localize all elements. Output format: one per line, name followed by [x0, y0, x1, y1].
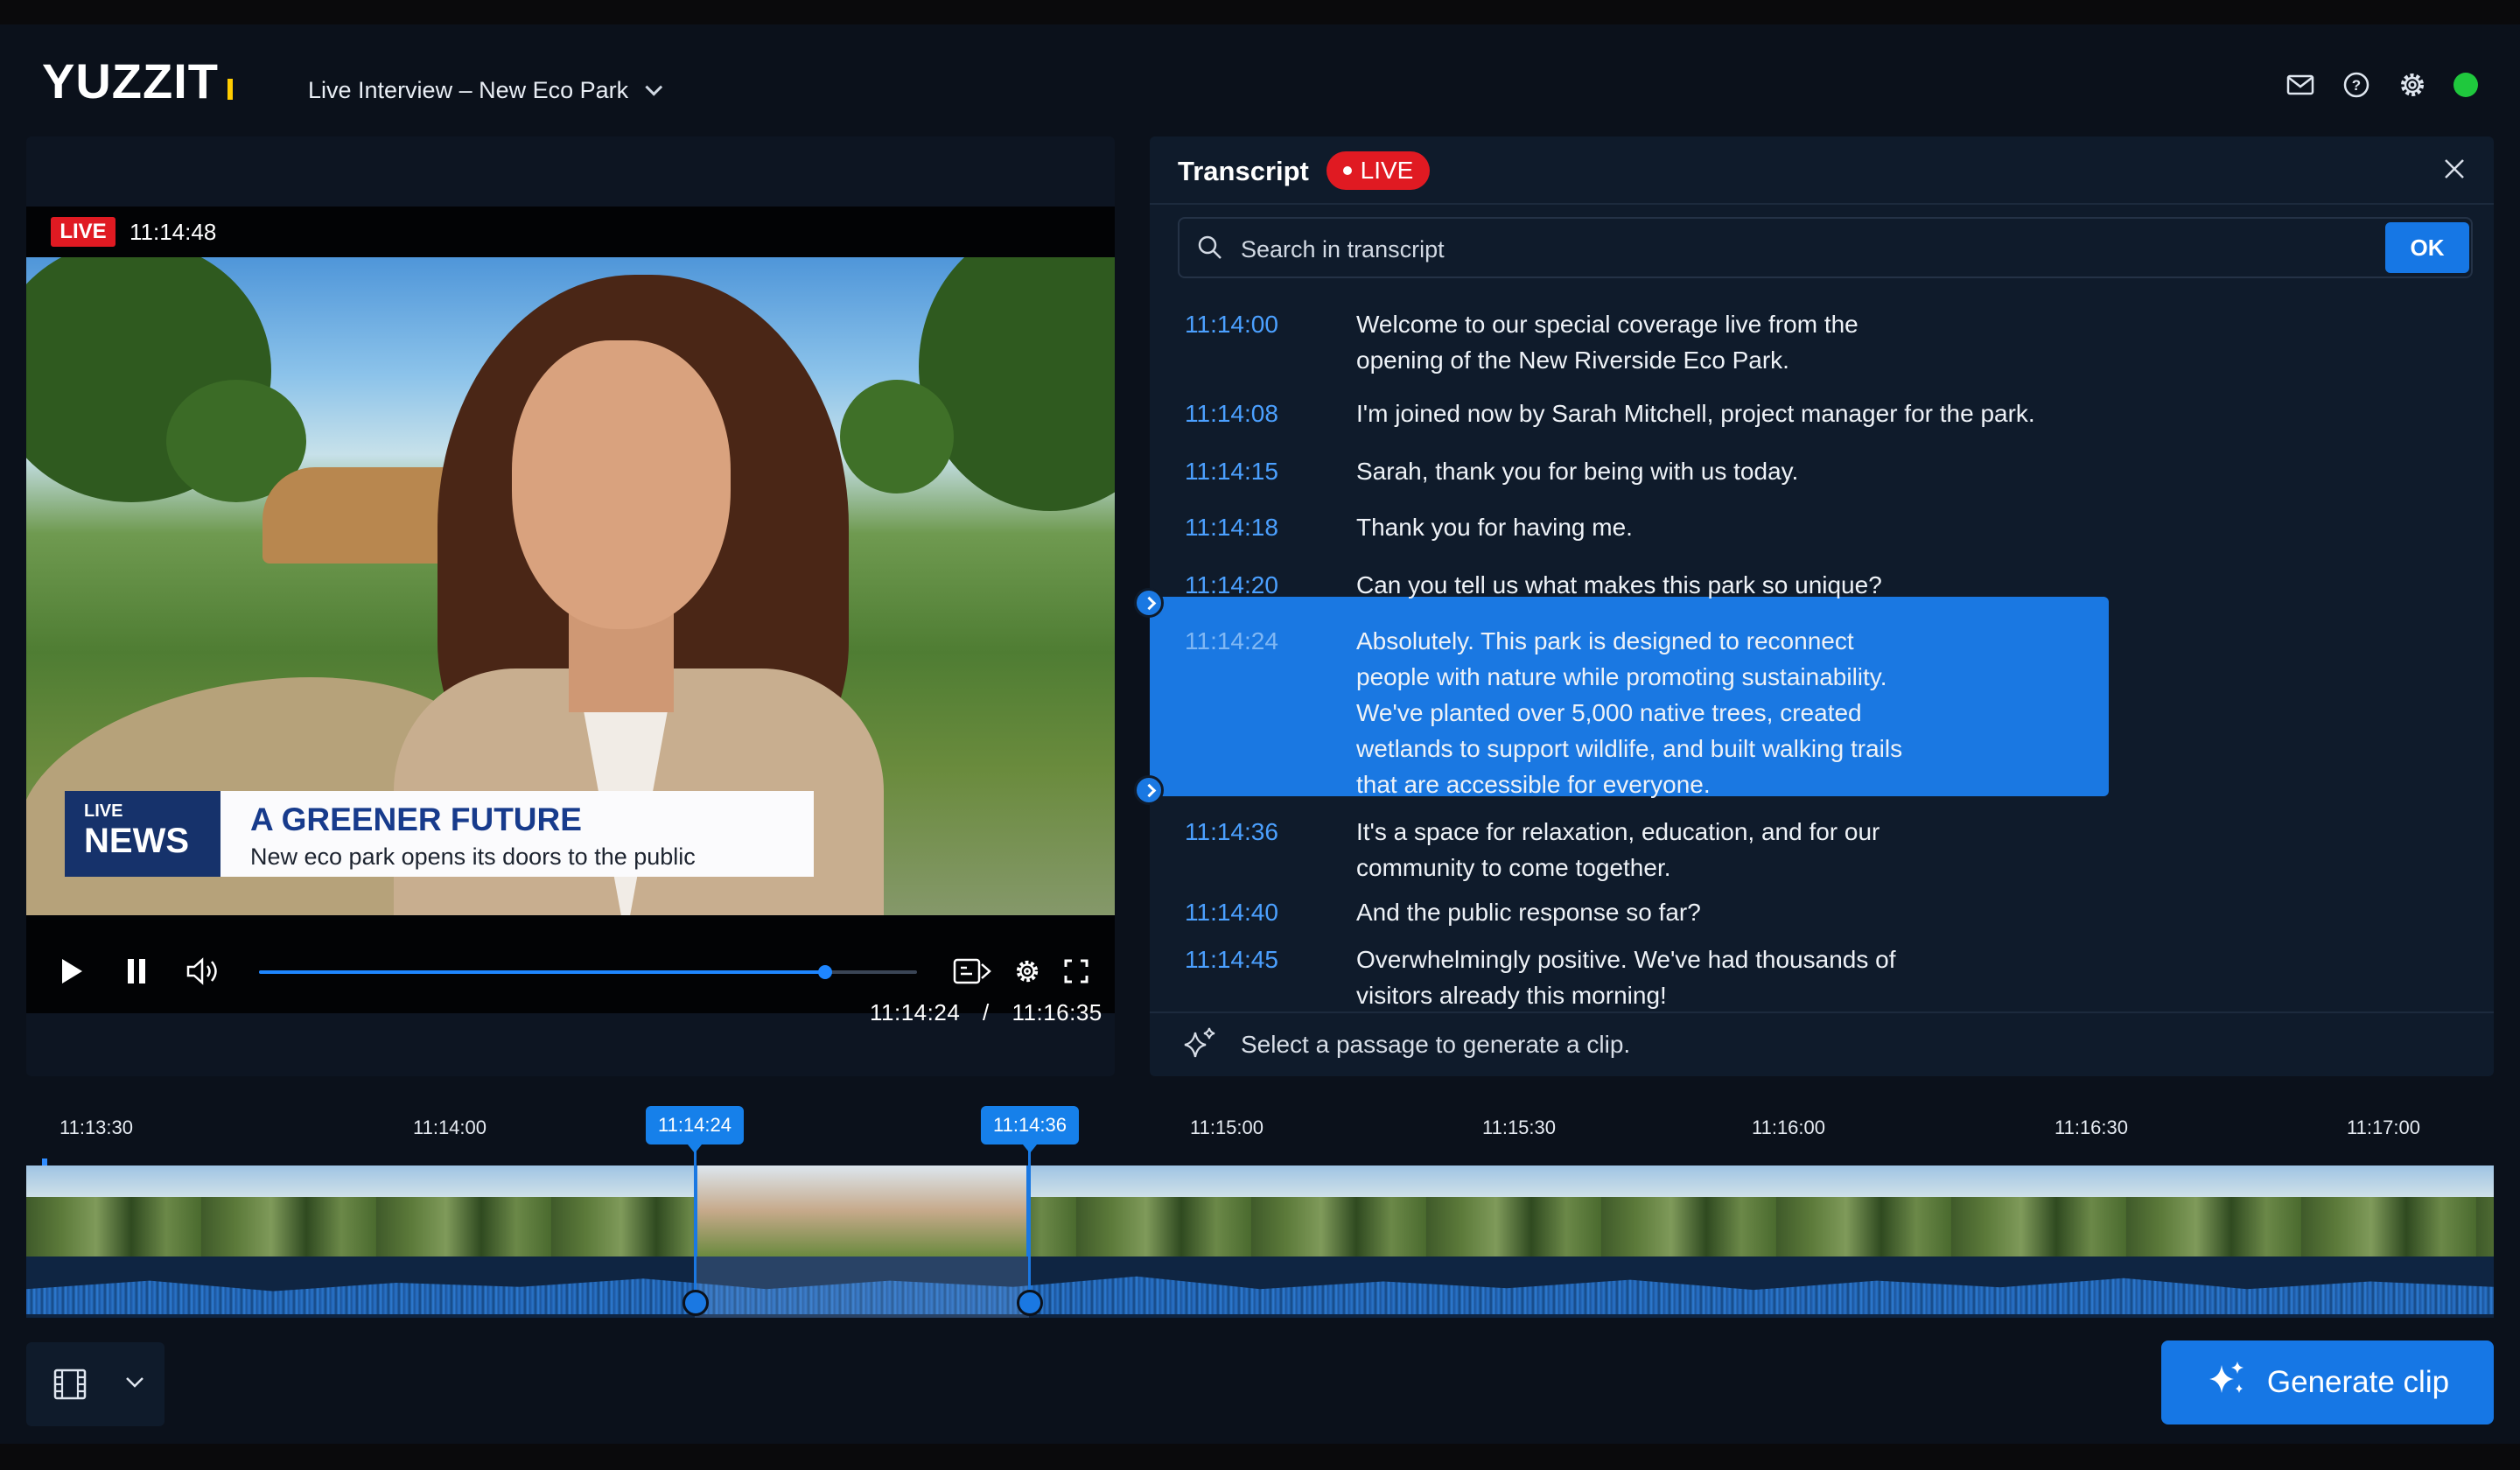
bottom-band — [0, 1444, 2520, 1470]
app-logo: YUZZIT — [42, 52, 233, 1178]
lower-third-subline: New eco park opens its doors to the publ… — [250, 844, 696, 870]
divider — [1150, 203, 2494, 205]
line-text: And the public response so far? — [1356, 899, 1701, 926]
search-icon — [1195, 233, 1225, 262]
volume-icon[interactable] — [184, 954, 226, 989]
chevron-down-icon — [124, 1376, 145, 1394]
lower-third-live: LIVE — [84, 802, 123, 821]
tree-graphic — [919, 257, 1115, 511]
mail-icon[interactable] — [2286, 70, 2315, 100]
live-news-block: LIVE NEWS — [65, 791, 220, 877]
line-timestamp[interactable]: 11:14:08 — [1185, 396, 1278, 431]
view-mode-dropdown[interactable] — [26, 1342, 164, 1426]
project-selector[interactable]: Live Interview – New Eco Park — [308, 77, 663, 104]
line-timestamp[interactable]: 11:14:40 — [1185, 894, 1278, 930]
header-actions: ? — [2286, 70, 2478, 100]
close-icon[interactable] — [2441, 156, 2468, 182]
help-icon[interactable]: ? — [2342, 70, 2371, 100]
selection-end-handle[interactable] — [1134, 775, 1164, 805]
film-icon — [52, 1367, 88, 1406]
news-lower-third: LIVE NEWS A GREENER FUTURE New eco park … — [65, 791, 814, 877]
duration: 11:16:35 — [1012, 999, 1102, 1026]
settings-gear-icon[interactable] — [1010, 954, 1045, 989]
line-text: Welcome to our special coverage live fro… — [1356, 311, 1858, 374]
clip-hint: Select a passage to generate a clip. — [1241, 1031, 1631, 1058]
line-text: It's a space for relaxation, education, … — [1356, 818, 1880, 881]
pause-icon[interactable] — [119, 954, 154, 989]
timeline-tick: 11:15:00 — [1189, 1116, 1264, 1138]
divider — [1150, 1012, 2494, 1013]
selection-end-line[interactable] — [1028, 1143, 1031, 1306]
status-online-indicator — [2454, 73, 2478, 97]
sparkle-icon — [2206, 1358, 2248, 1408]
logo-yellow-mark — [227, 79, 233, 100]
interviewee-face — [512, 340, 731, 629]
svg-text:?: ? — [2352, 77, 2361, 94]
line-timestamp[interactable]: 11:14:00 — [1185, 306, 1278, 342]
selection-start-handle[interactable] — [1134, 588, 1164, 618]
line-text: Sarah, thank you for being with us today… — [1356, 458, 1799, 485]
selection-start-knob[interactable] — [682, 1290, 709, 1316]
transcript-live-label: LIVE — [1360, 157, 1414, 184]
seek-bar[interactable] — [259, 965, 917, 979]
tree-graphic — [840, 380, 954, 494]
live-time: 11:14:48 — [130, 219, 217, 245]
timeline-tick: 11:16:30 — [2054, 1116, 2129, 1138]
fullscreen-icon[interactable] — [1059, 954, 1094, 989]
timeline-tick: 11:15:30 — [1481, 1116, 1557, 1138]
selection-end-label[interactable]: 11:14:36 — [980, 1106, 1080, 1153]
seek-handle[interactable] — [817, 965, 832, 979]
line-text: Overwhelmingly positive. We've had thous… — [1356, 946, 1896, 1009]
selection-end-knob[interactable] — [1017, 1290, 1043, 1316]
project-title: Live Interview – New Eco Park — [308, 77, 629, 103]
selection-start-line[interactable] — [694, 1143, 696, 1306]
generate-clip-label: Generate clip — [2266, 1365, 2450, 1399]
line-timestamp[interactable]: 11:14:36 — [1185, 814, 1278, 850]
timeline-tick: 11:14:00 — [412, 1116, 487, 1138]
lower-third-headline: A GREENER FUTURE — [250, 802, 582, 837]
sparkle-icon — [1181, 1026, 1218, 1062]
logo-text: YUZZIT — [42, 52, 219, 108]
search-ok-button[interactable]: OK — [2385, 222, 2469, 273]
chevron-down-icon — [645, 78, 663, 96]
seek-progress — [259, 970, 825, 974]
filmstrip-selection[interactable] — [695, 1166, 1029, 1256]
search-input[interactable]: Search in transcript — [1241, 236, 1445, 263]
gear-icon[interactable] — [2398, 70, 2427, 100]
play-icon[interactable] — [54, 954, 89, 989]
line-timestamp[interactable]: 11:14:18 — [1185, 509, 1278, 545]
live-badge: LIVE — [51, 217, 116, 247]
waveform-selection — [695, 1256, 1029, 1318]
transcript-title: Transcript — [1178, 156, 1309, 186]
timeline-tick: 11:16:00 — [1751, 1116, 1826, 1138]
line-timestamp[interactable]: 11:14:20 — [1185, 567, 1278, 603]
app-window: YUZZIT Live Interview – New Eco Park ? L… — [0, 0, 2520, 1470]
line-text: Absolutely. This park is designed to rec… — [1356, 627, 1903, 798]
time-separator: / — [983, 999, 990, 1026]
generate-clip-button[interactable]: Generate clip — [2161, 1340, 2494, 1424]
timeline-tick: 11:17:00 — [2346, 1116, 2421, 1138]
transcript-search[interactable]: Search in transcript OK — [1178, 217, 2473, 278]
playback-time: 11:14:24 / 11:16:35 — [870, 999, 1102, 1026]
filmstrip-sky — [26, 1166, 2494, 1197]
line-text: I'm joined now by Sarah Mitchell, projec… — [1356, 400, 2035, 427]
caption-icon[interactable] — [952, 954, 992, 989]
live-dot-icon — [1342, 166, 1352, 175]
headline-block: A GREENER FUTURE New eco park opens its … — [220, 791, 814, 877]
current-time: 11:14:24 — [870, 999, 961, 1026]
selection-bar — [1150, 602, 1153, 791]
line-text: Can you tell us what makes this park so … — [1356, 571, 1882, 598]
line-timestamp[interactable]: 11:14:45 — [1185, 942, 1278, 977]
line-timestamp[interactable]: 11:14:15 — [1185, 453, 1278, 489]
line-text: Thank you for having me. — [1356, 514, 1633, 541]
line-timestamp[interactable]: 11:14:24 — [1185, 623, 1278, 659]
top-band — [0, 0, 2520, 24]
lower-third-news: NEWS — [84, 822, 189, 860]
selection-start-label[interactable]: 11:14:24 — [645, 1106, 745, 1153]
timeline-tick: 11:13:30 — [59, 1116, 134, 1138]
transcript-live-badge: LIVE — [1326, 151, 1430, 190]
